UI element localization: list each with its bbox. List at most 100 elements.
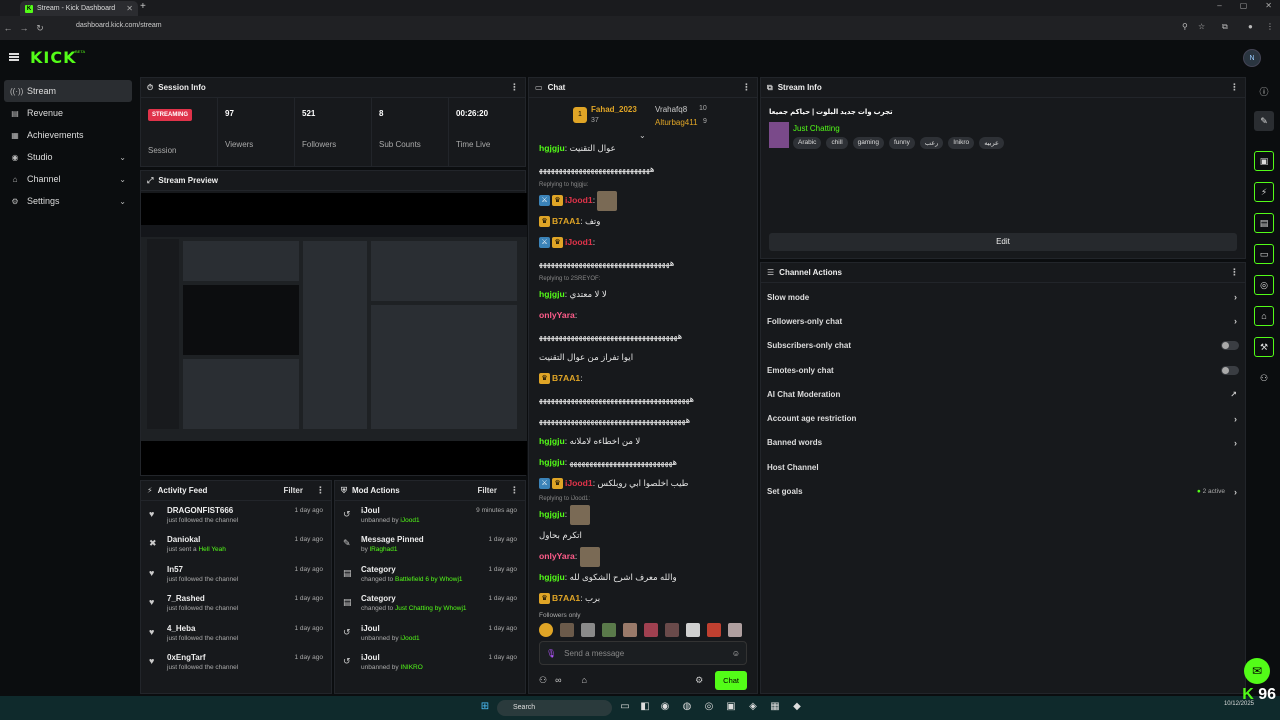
action-host-channel[interactable]: Host Channel — [761, 455, 1245, 479]
lightning-icon[interactable]: ⚡ — [1254, 182, 1274, 202]
maximize-button[interactable]: ▢ — [1240, 1, 1248, 10]
new-tab-button[interactable]: + — [140, 1, 146, 12]
info-icon[interactable]: ⓘ — [1254, 81, 1274, 101]
avatar[interactable] — [602, 623, 616, 637]
sidebar-item-stream[interactable]: ((·)) Stream — [4, 80, 132, 102]
avatar[interactable] — [686, 623, 700, 637]
support-chat-button[interactable]: ✉ — [1244, 658, 1270, 684]
avatar[interactable] — [581, 623, 595, 637]
emoji-icon[interactable]: ☺ — [732, 649, 740, 658]
chat-username[interactable]: B7AA1 — [552, 373, 580, 383]
store-icon[interactable]: ⌂ — [582, 675, 587, 685]
mod-actor[interactable]: Just Chatting by Whowj1 — [395, 605, 467, 612]
zoom-icon[interactable]: ⚲ — [1182, 22, 1188, 31]
chat-username[interactable]: iJood1 — [565, 237, 593, 247]
app-icon[interactable]: ◈ — [746, 701, 760, 715]
chat-username[interactable]: B7AA1 — [552, 216, 580, 226]
infinity-icon[interactable]: ∞ — [555, 675, 561, 685]
action-ai-moderation[interactable]: AI Chat Moderation ↗ — [761, 382, 1245, 406]
chat-input[interactable]: 🎙 Send a message ☺ — [539, 641, 747, 665]
extensions-icon[interactable]: ⧉ — [1222, 22, 1228, 32]
gifter-name[interactable]: Fahad_2023 — [591, 105, 637, 114]
back-icon[interactable]: ← — [0, 23, 16, 33]
forward-icon[interactable]: → — [16, 23, 32, 33]
chat-username[interactable]: hgjgju — [539, 289, 565, 299]
stream-category[interactable]: Just Chatting — [793, 124, 840, 133]
file-explorer-icon[interactable]: ▭ — [618, 701, 632, 715]
sidebar-item-studio[interactable]: ◉ Studio ⌄ — [4, 146, 132, 168]
sidebar-item-settings[interactable]: ⚙ Settings ⌄ — [4, 190, 132, 212]
chat-username[interactable]: B7AA1 — [552, 593, 580, 603]
avatar[interactable] — [560, 623, 574, 637]
more-options-icon[interactable]: ⋮ — [1230, 82, 1239, 93]
action-set-goals[interactable]: Set goals ● 2 active › — [761, 479, 1245, 503]
sidebar-item-channel[interactable]: ⌂ Channel ⌄ — [4, 168, 132, 190]
windows-start-icon[interactable]: ⊞ — [478, 701, 492, 715]
action-followers-only[interactable]: Followers-only chat › — [761, 309, 1245, 333]
action-account-age[interactable]: Account age restriction › — [761, 406, 1245, 430]
gear-icon[interactable]: ⚙ — [695, 675, 703, 686]
gifter-name[interactable]: Vrahafq8 — [655, 105, 687, 114]
steam-icon[interactable]: ◉ — [658, 701, 672, 715]
send-chat-button[interactable]: Chat — [715, 670, 747, 690]
emotes-only-toggle[interactable] — [1221, 365, 1239, 375]
avatar[interactable] — [623, 623, 637, 637]
discord-icon[interactable]: ◍ — [680, 701, 694, 715]
chat-username[interactable]: hgjgju — [539, 436, 565, 446]
chat-username[interactable]: iJood1 — [565, 195, 593, 205]
more-options-icon[interactable]: ⋮ — [742, 82, 751, 93]
avatar[interactable] — [707, 623, 721, 637]
chat-username[interactable]: hgjgju — [539, 509, 565, 519]
mod-actor[interactable]: Battlefield 6 by Whowj1 — [395, 576, 463, 583]
users-icon[interactable]: ⚇ — [1254, 368, 1274, 388]
sidebar-item-revenue[interactable]: ▤ Revenue — [4, 102, 132, 124]
avatar[interactable] — [665, 623, 679, 637]
browser-tab[interactable]: K Stream - Kick Dashboard ✕ — [20, 1, 138, 16]
chat-icon[interactable]: ▭ — [1254, 244, 1274, 264]
action-banned-words[interactable]: Banned words › — [761, 431, 1245, 455]
chat-username[interactable]: hgjgju — [539, 572, 565, 582]
broadcast-icon[interactable]: ◎ — [1254, 275, 1274, 295]
chat-username[interactable]: onlyYara — [539, 551, 575, 561]
pencil-icon[interactable]: ✎ — [1254, 111, 1274, 131]
more-options-icon[interactable]: ⋮ — [1230, 267, 1239, 278]
app-icon[interactable]: ▣ — [724, 701, 738, 715]
chat-username[interactable]: hgjgju — [539, 143, 565, 153]
more-options-icon[interactable]: ⋮ — [316, 485, 325, 496]
sidebar-item-achievements[interactable]: ▦ Achievements — [4, 124, 132, 146]
star-icon[interactable]: ☆ — [1198, 22, 1205, 31]
close-window-button[interactable]: ✕ — [1265, 1, 1272, 10]
app-icon[interactable]: ▦ — [768, 701, 782, 715]
wrench-icon[interactable]: ⚒ — [1254, 337, 1274, 357]
chat-username[interactable]: onlyYara — [539, 310, 575, 320]
chat-username[interactable]: hgjgju — [539, 457, 565, 467]
mod-actor[interactable]: INIKRO — [400, 664, 422, 671]
mod-actor[interactable]: lRaghad1 — [370, 546, 398, 553]
video-player[interactable] — [141, 193, 527, 475]
more-options-icon[interactable]: ⋮ — [510, 82, 519, 93]
hamburger-menu-icon[interactable] — [9, 53, 19, 61]
taskbar-search[interactable]: Search — [497, 700, 612, 716]
clipboard-icon[interactable]: ▤ — [1254, 213, 1274, 233]
users-icon[interactable]: ⚇ — [539, 675, 547, 686]
store-icon[interactable]: ⌂ — [1254, 306, 1274, 326]
filter-button[interactable]: Filter — [283, 486, 303, 495]
app-icon[interactable]: ◧ — [638, 701, 652, 715]
avatar[interactable] — [728, 623, 742, 637]
reload-icon[interactable]: ↻ — [32, 23, 48, 34]
gifter-name[interactable]: Alturbag411 — [655, 118, 698, 127]
close-tab-icon[interactable]: ✕ — [126, 4, 133, 13]
avatar[interactable] — [644, 623, 658, 637]
chat-username[interactable]: iJood1 — [565, 478, 593, 488]
action-slow-mode[interactable]: Slow mode › — [761, 285, 1245, 309]
menu-icon[interactable]: ⋮ — [1266, 22, 1274, 31]
avatar[interactable] — [539, 623, 553, 637]
mod-actor[interactable]: iJood1 — [400, 517, 419, 524]
kick-logo[interactable]: KICK — [30, 48, 77, 67]
camera-icon[interactable]: ▣ — [1254, 151, 1274, 171]
mod-actor[interactable]: iJood1 — [400, 635, 419, 642]
edit-stream-button[interactable]: Edit — [769, 233, 1237, 251]
more-options-icon[interactable]: ⋮ — [510, 485, 519, 496]
minimize-button[interactable]: – — [1217, 1, 1221, 10]
profile-icon[interactable]: ● — [1248, 22, 1253, 31]
